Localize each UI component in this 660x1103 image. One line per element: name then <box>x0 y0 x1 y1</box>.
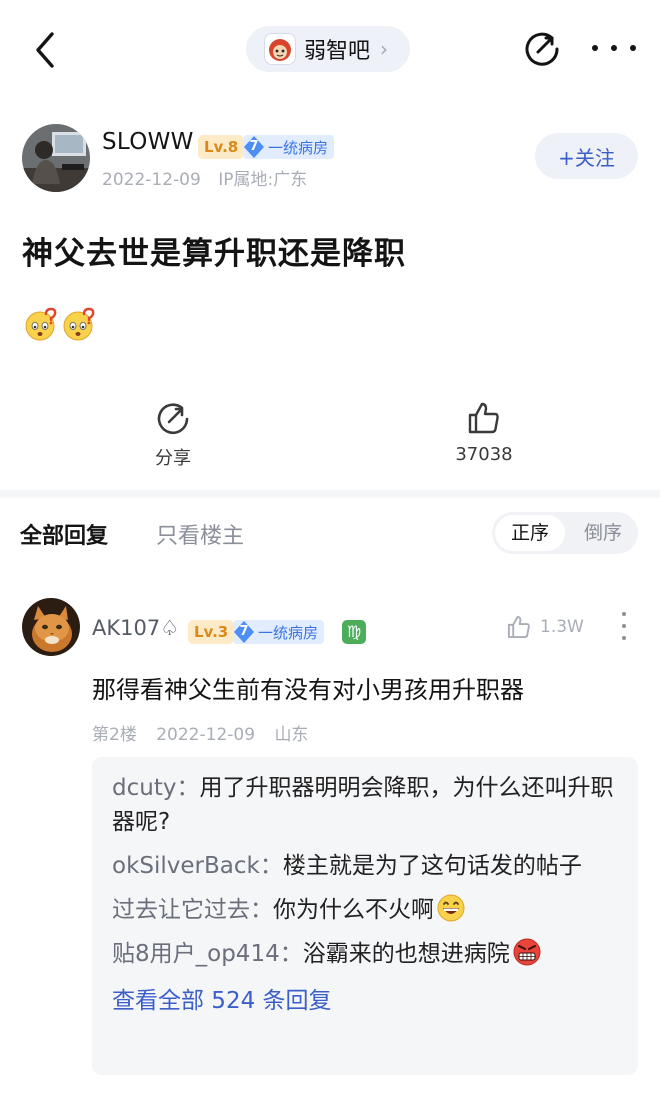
angry-grin-emoji <box>513 938 541 966</box>
comment-like-button[interactable]: 1.3W <box>506 614 584 640</box>
sub-reply-user[interactable]: dcuty <box>112 775 176 801</box>
tab-op-only[interactable]: 只看楼主 <box>156 518 244 550</box>
post-date: 2022-12-09 <box>102 170 201 190</box>
follow-button[interactable]: +关注 <box>535 133 638 179</box>
comment-more-icon[interactable] <box>620 612 628 640</box>
back-arrow-icon[interactable] <box>28 28 64 72</box>
emoji-row <box>22 306 96 342</box>
comment-meta: 第2楼 2022-12-09 山东 <box>92 720 308 745</box>
comment-location: 山东 <box>274 725 309 745</box>
thumbs-up-icon <box>466 400 502 436</box>
share-button[interactable]: 分享 <box>148 400 198 470</box>
author-name[interactable]: SLOWW <box>102 129 194 155</box>
view-all-replies-link[interactable]: 查看全部 524 条回复 <box>112 981 618 1015</box>
sub-reply-text: 浴霸来的也想进病院 <box>302 941 510 967</box>
sub-reply-user[interactable]: 贴8用户_op414 <box>112 941 280 967</box>
forum-avatar-icon <box>264 33 296 65</box>
commenter-avatar[interactable] <box>22 598 80 656</box>
order-toggle: 正序 倒序 <box>492 512 638 554</box>
sub-reply[interactable]: okSilverBack：楼主就是为了这句话发的帖子 <box>112 849 618 883</box>
share-icon <box>155 400 191 436</box>
sub-reply-text: 楼主就是为了这句话发的帖子 <box>282 853 582 879</box>
share-edit-icon[interactable] <box>522 28 562 68</box>
like-count: 37038 <box>455 444 513 465</box>
comment-text: 那得看神父生前有没有对小男孩用升职器 <box>92 676 524 704</box>
post-meta: 2022-12-09 IP属地:广东 <box>102 165 307 190</box>
level-badge: Lv.3 <box>188 620 235 644</box>
sub-reply-text: 你为什么不火啊 <box>273 897 434 923</box>
like-button[interactable]: 37038 <box>444 400 524 465</box>
floor-number: 第2楼 <box>92 725 137 745</box>
avatar[interactable] <box>22 124 90 192</box>
gem-icon: 7 <box>243 135 265 159</box>
forum-pill[interactable]: 弱智吧 › <box>246 26 411 72</box>
sub-replies-box: dcuty：用了升职器明明会降职，为什么还叫升职器呢? okSilverBack… <box>92 757 638 1075</box>
more-options-icon[interactable] <box>592 30 636 66</box>
post-title: 神父去世是算升职还是降职 <box>22 236 406 272</box>
ip-location: IP属地:广东 <box>218 170 308 190</box>
chevron-right-icon: › <box>380 37 389 61</box>
commenter-name[interactable]: AK107♤ <box>92 616 179 640</box>
section-divider <box>0 490 660 498</box>
confused-face-emoji <box>63 307 95 341</box>
comment-date: 2022-12-09 <box>156 725 256 745</box>
sub-reply[interactable]: dcuty：用了升职器明明会降职，为什么还叫升职器呢? <box>112 771 618 839</box>
level-badge: Lv.8 <box>198 135 245 159</box>
tab-all-replies[interactable]: 全部回复 <box>20 518 108 550</box>
order-ascending-button[interactable]: 正序 <box>495 515 565 551</box>
comment-like-count: 1.3W <box>540 617 584 637</box>
grin-emoji <box>437 894 465 922</box>
top-bar: 弱智吧 › <box>0 0 660 100</box>
thumbs-up-icon <box>507 615 530 639</box>
rank-title: 一统病房 <box>268 138 329 157</box>
order-descending-button[interactable]: 倒序 <box>568 515 638 551</box>
confused-face-emoji <box>25 307 57 341</box>
rank-badge: 7 一统病房 <box>243 135 335 159</box>
zodiac-virgo-icon: ♍ <box>342 620 366 644</box>
sub-reply[interactable]: 贴8用户_op414：浴霸来的也想进病院 <box>112 937 618 971</box>
rank-badge: 7 一统病房 <box>233 620 325 644</box>
sub-reply-user[interactable]: 过去让它过去 <box>112 897 250 923</box>
gem-icon: 7 <box>233 620 255 644</box>
share-label: 分享 <box>155 448 191 469</box>
sub-reply-user[interactable]: okSilverBack <box>112 853 260 879</box>
forum-name: 弱智吧 <box>304 39 371 64</box>
sub-reply[interactable]: 过去让它过去：你为什么不火啊 <box>112 893 618 927</box>
rank-title: 一统病房 <box>258 623 319 642</box>
